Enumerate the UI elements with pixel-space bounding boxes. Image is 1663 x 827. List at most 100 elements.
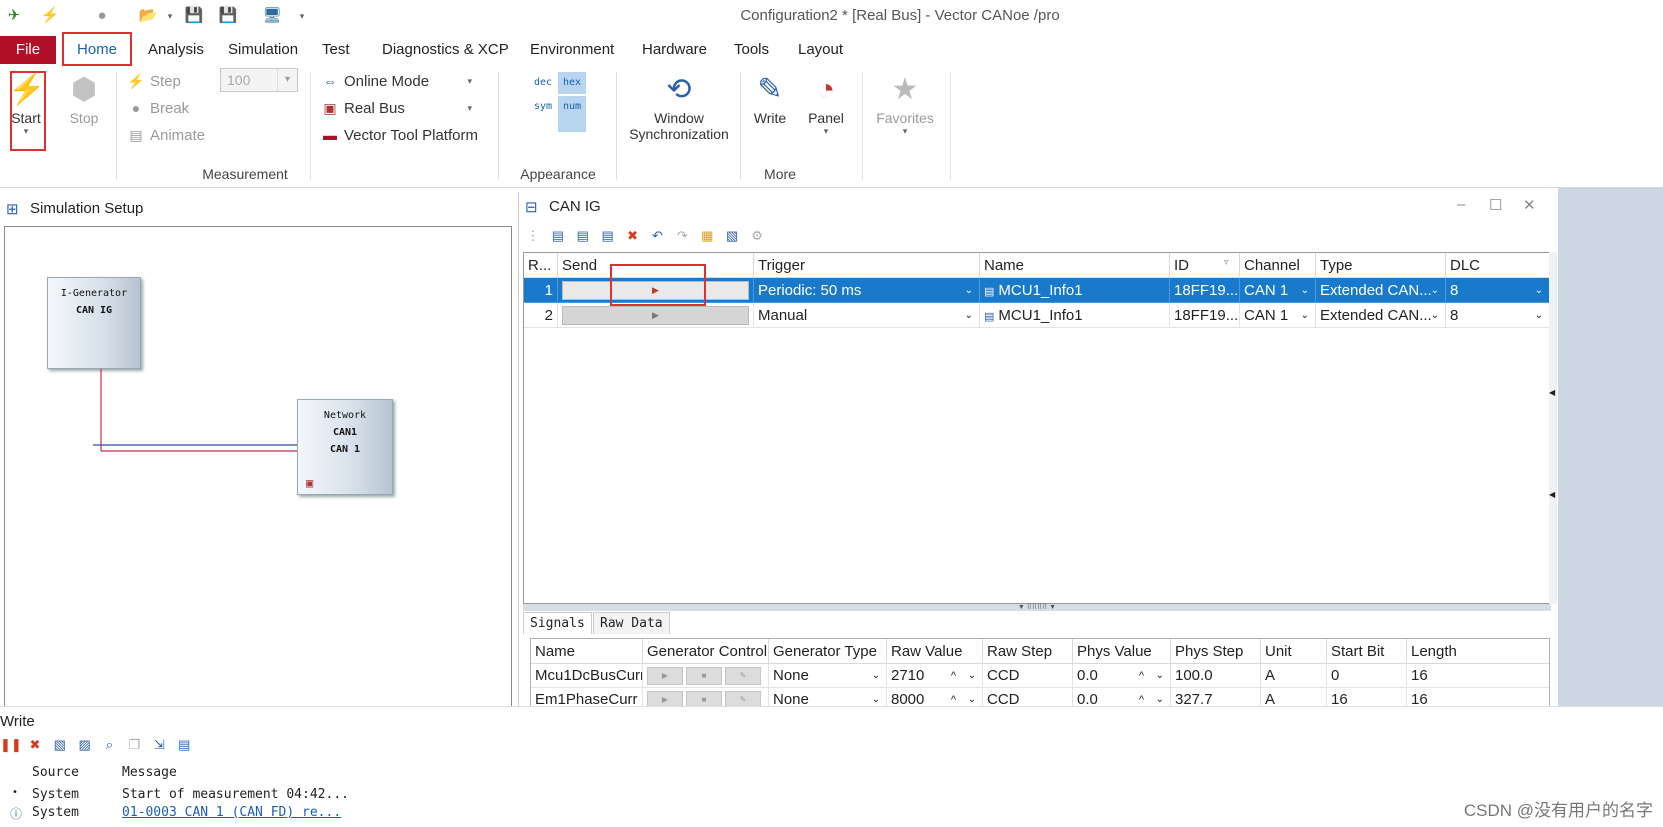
app-logo-icon[interactable]: ✈: [4, 6, 24, 26]
dlc-cell[interactable]: 8 ⌄: [1446, 303, 1550, 328]
chevron-down-icon[interactable]: ⌄: [1301, 278, 1309, 302]
column-header-message[interactable]: Message: [122, 765, 177, 780]
clear-icon[interactable]: ✖: [25, 735, 45, 755]
chevron-down-icon[interactable]: ⌄: [1535, 303, 1543, 327]
dropdown-caret-icon[interactable]: ▾: [160, 6, 180, 26]
animate-button[interactable]: ▤ Animate: [126, 124, 205, 146]
send-button[interactable]: ▶: [562, 306, 749, 325]
type-cell[interactable]: Extended CAN... ⌄: [1316, 303, 1446, 328]
increment-icon[interactable]: ^: [951, 664, 956, 687]
column-header-trigger[interactable]: Trigger: [754, 253, 980, 278]
redo-icon[interactable]: ↷: [672, 226, 692, 246]
chevron-down-icon[interactable]: ⌄: [1431, 278, 1439, 302]
clear-page-icon[interactable]: ▧: [50, 735, 70, 755]
undo-icon[interactable]: ↶: [647, 226, 667, 246]
increment-icon[interactable]: ^: [951, 688, 956, 706]
chevron-down-icon[interactable]: ⌄: [872, 664, 880, 687]
tab-file[interactable]: File: [0, 36, 56, 64]
start-button[interactable]: ⚡ Start ▾: [8, 72, 45, 137]
panel-button[interactable]: ◔ Panel ▾: [804, 72, 848, 137]
start-icon[interactable]: ⚡: [40, 6, 60, 26]
play-icon[interactable]: ▶: [647, 691, 683, 706]
tab-raw-data[interactable]: Raw Data: [593, 612, 670, 634]
generator-type-select[interactable]: None ⌄: [769, 688, 887, 706]
clear-all-icon[interactable]: ▨: [75, 735, 95, 755]
send-button[interactable]: ▶: [562, 281, 749, 300]
column-header-raw-value[interactable]: Raw Value: [887, 639, 983, 664]
raw-value-spinner[interactable]: 2710 ^ ⌄: [887, 664, 983, 688]
hex-toggle[interactable]: hex: [558, 72, 586, 94]
phys-value-spinner[interactable]: 0.0 ^ ⌄: [1073, 664, 1171, 688]
log-link[interactable]: 01-0003 CAN 1 (CAN FD) re...: [122, 805, 341, 820]
online-mode-button[interactable]: ⇔ Online Mode ▾: [320, 70, 472, 92]
tab-environment[interactable]: Environment: [528, 36, 616, 64]
column-header-generator-control[interactable]: Generator Control: [643, 639, 769, 664]
decrement-icon[interactable]: ⌄: [968, 664, 976, 687]
break-button[interactable]: ● Break: [126, 97, 189, 119]
window-synchronization-button[interactable]: ⟲ Window Synchronization: [624, 72, 734, 142]
column-header-channel[interactable]: Channel: [1240, 253, 1316, 278]
column-header-phys-step[interactable]: Phys Step: [1171, 639, 1261, 664]
sym-toggle[interactable]: sym: [530, 96, 556, 118]
column-header-length[interactable]: Length: [1407, 639, 1549, 664]
trigger-cell[interactable]: Periodic: 50 ms ⌄: [754, 278, 980, 303]
log-row[interactable]: • System Start of measurement 04:42...: [0, 787, 400, 805]
tab-tools[interactable]: Tools: [732, 36, 771, 64]
tab-simulation[interactable]: Simulation: [226, 36, 300, 64]
open-folder-icon[interactable]: 📂: [138, 6, 158, 26]
add-canfd-frame-icon[interactable]: ▤: [573, 226, 593, 246]
column-header-name[interactable]: Name: [980, 253, 1170, 278]
raw-value-spinner[interactable]: 8000 ^ ⌄: [887, 688, 983, 706]
stop-button[interactable]: ⬢ Stop: [62, 72, 106, 126]
column-header-id[interactable]: ID: [1170, 253, 1240, 278]
copy-icon[interactable]: ❐: [124, 735, 144, 755]
generator-type-select[interactable]: None ⌄: [769, 664, 887, 688]
table-row[interactable]: 2 ▶ Manual ⌄ ▤ MCU1_Info1 18FF19... CAN 1 ⌄…: [524, 303, 1550, 328]
column-header-phys-value[interactable]: Phys Value: [1073, 639, 1171, 664]
column-header-start-bit[interactable]: Start Bit: [1327, 639, 1407, 664]
step-button[interactable]: ⚡ Step: [126, 70, 181, 92]
write-button[interactable]: ✎ Write: [748, 72, 792, 126]
tab-layout[interactable]: Layout: [796, 36, 845, 64]
stop-icon[interactable]: ●: [92, 6, 112, 26]
increment-icon[interactable]: ^: [1139, 688, 1144, 706]
collapse-arrow-icon[interactable]: ◀: [1549, 388, 1555, 397]
phys-value-spinner[interactable]: 0.0 ^ ⌄: [1073, 688, 1171, 706]
dlc-cell[interactable]: 8 ⌄: [1446, 278, 1550, 303]
maximize-icon[interactable]: ☐: [1489, 196, 1502, 214]
table-row[interactable]: 1 ▶ Periodic: 50 ms ⌄ ▤ MCU1_Info1 18FF19.…: [524, 278, 1550, 303]
chevron-down-icon[interactable]: ⌄: [965, 303, 973, 327]
close-icon[interactable]: ✕: [1523, 196, 1536, 214]
column-header-dlc[interactable]: DLC: [1446, 253, 1550, 278]
decrement-icon[interactable]: ⌄: [968, 688, 976, 706]
collapse-arrow-icon[interactable]: ◀: [1549, 490, 1555, 499]
animation-speed-combo[interactable]: 100 ▾: [220, 68, 298, 92]
column-header-unit[interactable]: Unit: [1261, 639, 1327, 664]
decrement-icon[interactable]: ⌄: [1156, 664, 1164, 687]
chevron-down-icon[interactable]: ⌄: [872, 688, 880, 706]
delete-icon[interactable]: ✖: [623, 226, 643, 246]
export-icon[interactable]: ▧: [722, 226, 742, 246]
export-icon[interactable]: ⇲: [149, 735, 169, 755]
column-header-signal-name[interactable]: Name: [531, 639, 643, 664]
add-can-frame-icon[interactable]: ▤: [548, 226, 568, 246]
chevron-down-icon[interactable]: ⌄: [965, 278, 973, 302]
import-icon[interactable]: ▦: [697, 226, 717, 246]
column-header-send[interactable]: Send: [558, 253, 754, 278]
type-cell[interactable]: Extended CAN... ⌄: [1316, 278, 1446, 303]
tab-signals[interactable]: Signals: [523, 612, 592, 634]
vector-tool-platform-button[interactable]: ▬ Vector Tool Platform: [320, 124, 478, 146]
splitter-handle[interactable]: ▼ ⠿⠿⠿⠿ ▼: [523, 604, 1551, 611]
minimize-icon[interactable]: –: [1457, 196, 1465, 213]
tab-diagnostics-xcp[interactable]: Diagnostics & XCP: [380, 36, 511, 64]
tab-hardware[interactable]: Hardware: [640, 36, 709, 64]
dec-toggle[interactable]: dec: [530, 72, 556, 94]
num-toggle[interactable]: num: [558, 96, 586, 118]
tab-test[interactable]: Test: [320, 36, 352, 64]
real-bus-button[interactable]: ▣ Real Bus ▾: [320, 97, 472, 119]
column-header-source[interactable]: Source: [32, 765, 79, 780]
save-as-icon[interactable]: 💾: [218, 6, 238, 26]
channel-cell[interactable]: CAN 1 ⌄: [1240, 278, 1316, 303]
log-row[interactable]: ⓘ System 01-0003 CAN 1 (CAN FD) re...: [0, 805, 400, 823]
config-icon[interactable]: 🖥: [262, 6, 282, 26]
